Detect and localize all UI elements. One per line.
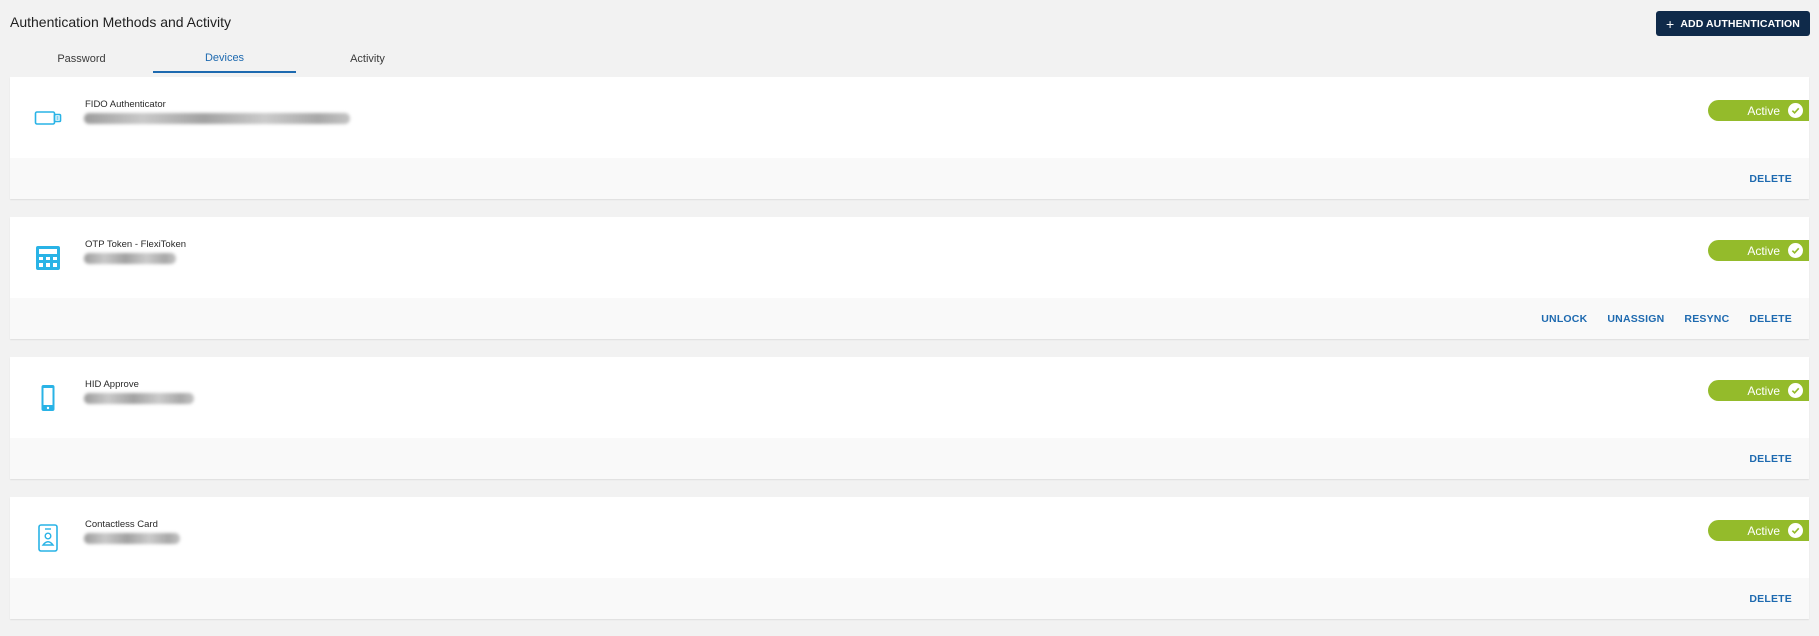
smartphone-icon (33, 383, 63, 413)
status-badge: Active (1708, 520, 1809, 541)
add-authentication-button[interactable]: + ADD AUTHENTICATION (1656, 11, 1810, 36)
device-card-otp: OTP Token - FlexiToken Active UNLOCK UNA… (10, 217, 1809, 339)
device-name: Contactless Card (85, 519, 158, 530)
tab-password[interactable]: Password (10, 44, 153, 73)
device-name: OTP Token - FlexiToken (85, 239, 187, 250)
check-icon (1788, 523, 1803, 538)
device-name: FIDO Authenticator (85, 99, 166, 110)
status-label: Active (1747, 523, 1780, 538)
tab-bar: Password Devices Activity (10, 44, 439, 73)
status-label: Active (1747, 383, 1780, 398)
device-actions: DELETE (10, 158, 1809, 199)
check-icon (1788, 103, 1803, 118)
plus-icon: + (1666, 15, 1675, 32)
device-actions: UNLOCK UNASSIGN RESYNC DELETE (10, 298, 1809, 339)
device-actions: DELETE (10, 438, 1809, 479)
id-card-icon (33, 523, 63, 553)
tab-devices[interactable]: Devices (153, 44, 296, 73)
device-name: HID Approve (85, 379, 139, 390)
unassign-button[interactable]: UNASSIGN (1607, 313, 1664, 325)
device-id-redacted (84, 533, 180, 544)
security-key-icon (33, 103, 63, 133)
delete-button[interactable]: DELETE (1749, 453, 1792, 465)
status-badge: Active (1708, 100, 1809, 121)
delete-button[interactable]: DELETE (1749, 313, 1792, 325)
device-id-redacted (84, 393, 194, 404)
device-card-contactless: Contactless Card Active DELETE (10, 497, 1809, 619)
check-icon (1788, 243, 1803, 258)
status-label: Active (1747, 243, 1780, 258)
device-id-redacted (84, 253, 176, 264)
add-authentication-label: ADD AUTHENTICATION (1680, 17, 1800, 30)
device-id-redacted (84, 113, 350, 124)
page-title: Authentication Methods and Activity (10, 14, 232, 30)
status-label: Active (1747, 103, 1780, 118)
device-card-fido: FIDO Authenticator Active DELETE (10, 77, 1809, 199)
unlock-button[interactable]: UNLOCK (1541, 313, 1587, 325)
status-badge: Active (1708, 380, 1809, 401)
tab-activity[interactable]: Activity (296, 44, 439, 73)
device-actions: DELETE (10, 578, 1809, 619)
status-badge: Active (1708, 240, 1809, 261)
delete-button[interactable]: DELETE (1749, 173, 1792, 185)
calculator-token-icon (33, 243, 63, 273)
check-icon (1788, 383, 1803, 398)
delete-button[interactable]: DELETE (1749, 593, 1792, 605)
resync-button[interactable]: RESYNC (1684, 313, 1729, 325)
device-card-hid-approve: HID Approve Active DELETE (10, 357, 1809, 479)
